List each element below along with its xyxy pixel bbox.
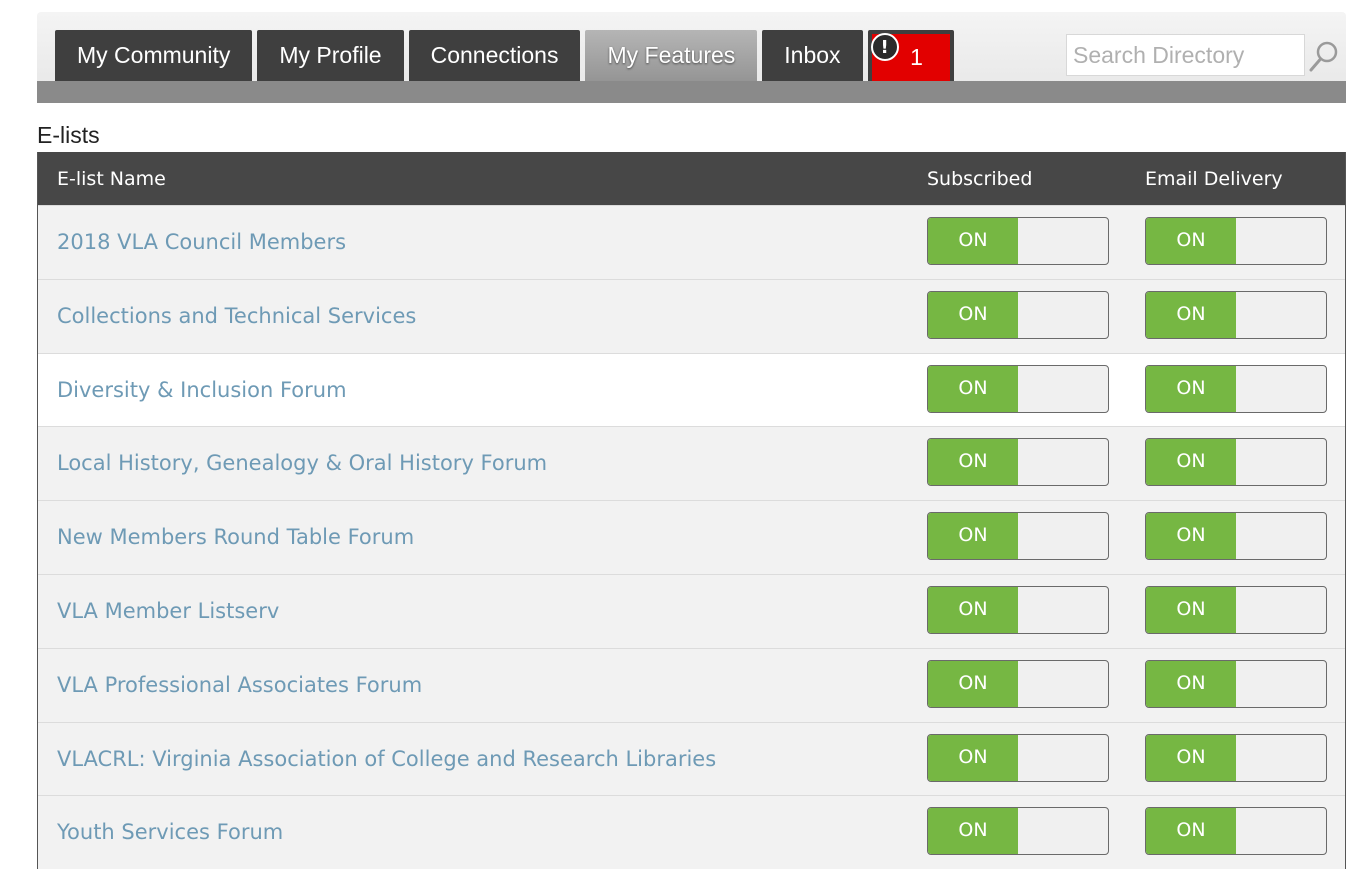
elist-link[interactable]: VLACRL: Virginia Association of College … [57,747,716,771]
elist-link[interactable]: Local History, Genealogy & Oral History … [57,451,547,475]
toggle-on-label: ON [1146,734,1236,781]
top-navigation: My Community My Profile Connections My F… [37,12,1346,103]
elists-table: E-list Name Subscribed Email Delivery 20… [37,152,1346,870]
toggle-on-label: ON [1146,218,1236,264]
table-row: 2018 VLA Council Members ON ON [38,205,1345,279]
tab-my-community[interactable]: My Community [55,30,253,81]
toggle-on-label: ON [1146,586,1236,633]
nav-tabs: My Community My Profile Connections My F… [55,30,954,81]
subscribed-toggle[interactable]: ON [927,585,1109,634]
toggle-on-label: ON [1146,365,1236,412]
toggle-on-label: ON [1146,808,1236,855]
elist-link[interactable]: 2018 VLA Council Members [57,230,346,254]
email-delivery-toggle[interactable]: ON [1145,217,1327,265]
toggle-on-label: ON [928,660,1018,707]
elist-link[interactable]: VLA Member Listserv [57,599,279,623]
email-delivery-toggle[interactable]: ON [1145,585,1327,634]
table-row: Youth Services Forum ON ON [38,795,1345,870]
tab-my-features[interactable]: My Features [585,30,758,81]
subscribed-toggle[interactable]: ON [927,659,1109,708]
column-header-subscribed: Subscribed [927,168,1033,190]
column-header-name: E-list Name [57,168,166,190]
subscribed-toggle[interactable]: ON [927,364,1109,413]
elist-link[interactable]: Diversity & Inclusion Forum [57,378,347,402]
subscribed-toggle[interactable]: ON [927,807,1109,856]
nav-bottom-bar [37,81,1346,103]
table-row: VLA Member Listserv ON ON [38,573,1345,648]
search-icon[interactable] [1308,39,1340,73]
toggle-on-label: ON [1146,291,1236,338]
email-delivery-toggle[interactable]: ON [1145,733,1327,782]
page-title: E-lists [37,122,100,148]
search-directory-input[interactable] [1066,34,1305,76]
toggle-on-label: ON [1146,513,1236,560]
email-delivery-toggle[interactable]: ON [1145,512,1327,561]
elist-link[interactable]: Youth Services Forum [57,820,283,844]
tab-inbox[interactable]: Inbox [762,30,863,81]
elist-link[interactable]: VLA Professional Associates Forum [57,673,422,697]
toggle-on-label: ON [1146,660,1236,707]
email-delivery-toggle[interactable]: ON [1145,364,1327,413]
email-delivery-toggle[interactable]: ON [1145,807,1327,856]
elist-link[interactable]: Collections and Technical Services [57,304,416,328]
table-row: Local History, Genealogy & Oral History … [38,426,1345,501]
elist-link[interactable]: New Members Round Table Forum [57,525,414,549]
subscribed-toggle[interactable]: ON [927,217,1109,265]
email-delivery-toggle[interactable]: ON [1145,659,1327,708]
email-delivery-toggle[interactable]: ON [1145,290,1327,339]
table-row: New Members Round Table Forum ON ON [38,500,1345,574]
toggle-on-label: ON [1146,439,1236,486]
subscribed-toggle[interactable]: ON [927,290,1109,339]
subscribed-toggle[interactable]: ON [927,733,1109,782]
toggle-on-label: ON [928,513,1018,560]
email-delivery-toggle[interactable]: ON [1145,438,1327,487]
tab-my-profile[interactable]: My Profile [257,30,404,81]
alert-tab[interactable]: 1 ! [867,30,954,81]
toggle-on-label: ON [928,734,1018,781]
toggle-on-label: ON [928,218,1018,264]
table-row: VLA Professional Associates Forum ON ON [38,647,1345,722]
subscribed-toggle[interactable]: ON [927,512,1109,561]
table-header: E-list Name Subscribed Email Delivery [38,152,1345,205]
exclamation-icon: ! [870,33,899,61]
table-row: Diversity & Inclusion Forum ON ON [38,352,1345,427]
toggle-on-label: ON [928,439,1018,486]
toggle-on-label: ON [928,808,1018,855]
toggle-on-label: ON [928,586,1018,633]
toggle-on-label: ON [928,291,1018,338]
table-row: Collections and Technical Services ON ON [38,278,1345,353]
column-header-email-delivery: Email Delivery [1145,168,1283,190]
toggle-on-label: ON [928,365,1018,412]
subscribed-toggle[interactable]: ON [927,438,1109,487]
table-row: VLACRL: Virginia Association of College … [38,721,1345,796]
tab-connections[interactable]: Connections [408,30,581,81]
